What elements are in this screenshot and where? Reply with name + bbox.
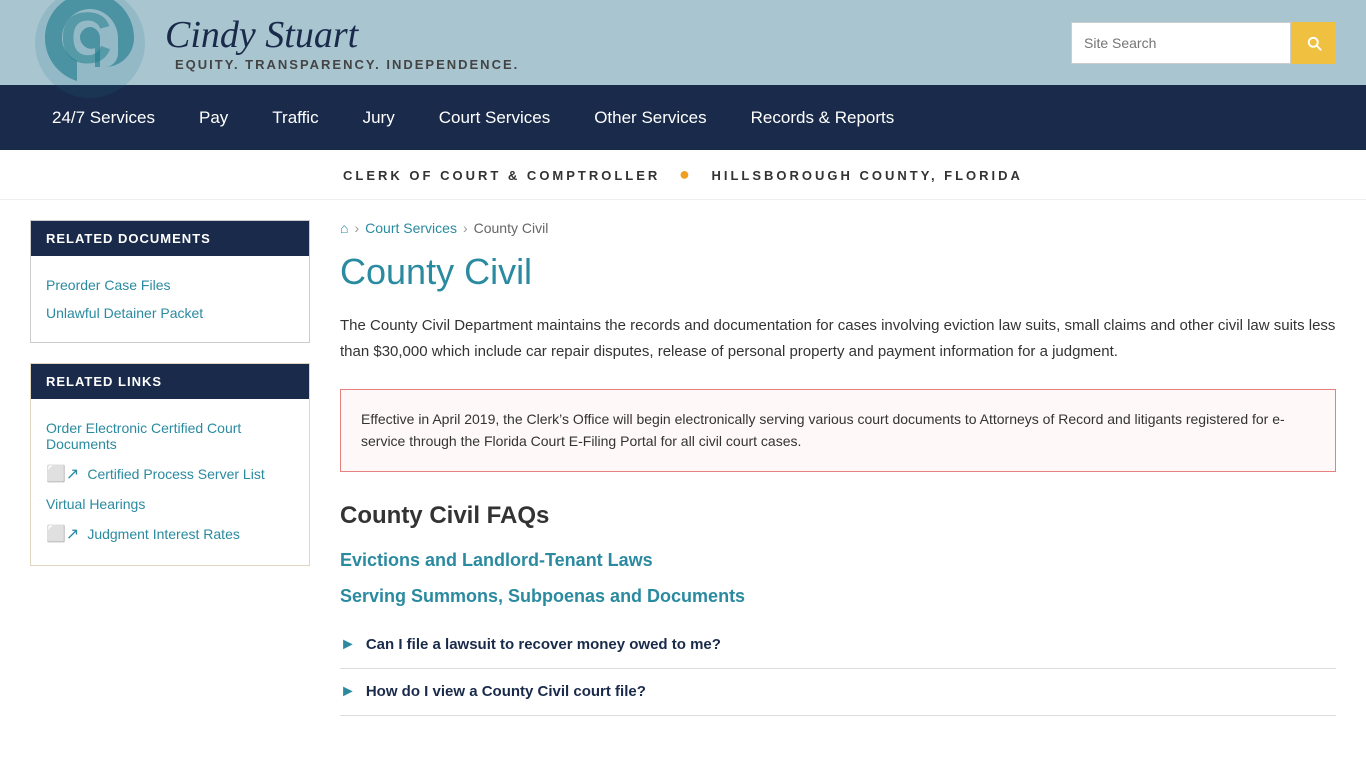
certified-process-link[interactable]: ⬜↗ Certified Process Server List bbox=[46, 458, 294, 490]
virtual-hearings-link[interactable]: Virtual Hearings bbox=[46, 490, 294, 518]
dot-separator: ● bbox=[679, 164, 693, 184]
search-area bbox=[1071, 22, 1336, 64]
search-button[interactable] bbox=[1291, 22, 1336, 64]
logo-area: C Cindy Stuart EQUITY. TRANSPARENCY. IND… bbox=[30, 0, 519, 103]
related-documents-links: Preorder Case Files Unlawful Detainer Pa… bbox=[31, 256, 309, 342]
search-input[interactable] bbox=[1071, 22, 1291, 64]
main-content: ⌂ › Court Services › County Civil County… bbox=[340, 220, 1336, 716]
external-icon-2: ⬜↗ bbox=[46, 524, 79, 544]
search-icon bbox=[1305, 34, 1323, 52]
tagline: EQUITY. TRANSPARENCY. INDEPENDENCE. bbox=[175, 57, 519, 72]
faq-arrow-icon-0: ► bbox=[340, 636, 356, 654]
related-links-box: RELATED LINKS Order Electronic Certified… bbox=[30, 363, 310, 566]
nav-item-records-reports[interactable]: Records & Reports bbox=[729, 85, 917, 150]
breadcrumb: ⌂ › Court Services › County Civil bbox=[340, 220, 1336, 236]
faq-subsection-title-1: Serving Summons, Subpoenas and Documents bbox=[340, 586, 1336, 607]
main-layout: RELATED DOCUMENTS Preorder Case Files Un… bbox=[0, 200, 1366, 736]
county-title: HILLSBOROUGH COUNTY, FLORIDA bbox=[711, 168, 1023, 183]
notice-text: Effective in April 2019, the Clerk’s Off… bbox=[361, 408, 1315, 453]
related-links-links: Order Electronic Certified Court Documen… bbox=[31, 399, 309, 565]
logo-text-group: Cindy Stuart EQUITY. TRANSPARENCY. INDEP… bbox=[165, 13, 519, 72]
logo-name: Cindy Stuart bbox=[165, 13, 519, 57]
nav-item-other-services[interactable]: Other Services bbox=[572, 85, 728, 150]
faq-item-1[interactable]: ► How do I view a County Civil court fil… bbox=[340, 669, 1336, 716]
logo-icon: C bbox=[30, 0, 150, 103]
page-description: The County Civil Department maintains th… bbox=[340, 313, 1336, 364]
header: C Cindy Stuart EQUITY. TRANSPARENCY. IND… bbox=[0, 0, 1366, 85]
sidebar: RELATED DOCUMENTS Preorder Case Files Un… bbox=[30, 220, 310, 716]
clerk-title: CLERK OF COURT & COMPTROLLER bbox=[343, 168, 660, 183]
faq-question-0: Can I file a lawsuit to recover money ow… bbox=[366, 636, 721, 653]
current-page-breadcrumb: County Civil bbox=[474, 220, 549, 236]
order-electronic-link[interactable]: Order Electronic Certified Court Documen… bbox=[46, 414, 294, 458]
svg-text:C: C bbox=[60, 0, 112, 79]
faq-arrow-icon-1: ► bbox=[340, 683, 356, 701]
related-links-title: RELATED LINKS bbox=[31, 364, 309, 399]
preorder-case-files-link[interactable]: Preorder Case Files bbox=[46, 271, 294, 299]
breadcrumb-sep-2: › bbox=[463, 220, 468, 236]
faq-section-title: County Civil FAQs bbox=[340, 502, 1336, 530]
home-icon: ⌂ bbox=[340, 220, 348, 236]
court-services-breadcrumb[interactable]: Court Services bbox=[365, 220, 457, 236]
related-documents-title: RELATED DOCUMENTS bbox=[31, 221, 309, 256]
notice-box: Effective in April 2019, the Clerk’s Off… bbox=[340, 389, 1336, 472]
home-breadcrumb[interactable]: ⌂ bbox=[340, 220, 348, 236]
judgment-interest-link[interactable]: ⬜↗ Judgment Interest Rates bbox=[46, 518, 294, 550]
page-title: County Civil bbox=[340, 251, 1336, 293]
unlawful-detainer-link[interactable]: Unlawful Detainer Packet bbox=[46, 299, 294, 327]
breadcrumb-sep-1: › bbox=[354, 220, 359, 236]
related-documents-box: RELATED DOCUMENTS Preorder Case Files Un… bbox=[30, 220, 310, 343]
faq-subsection-title-0: Evictions and Landlord-Tenant Laws bbox=[340, 550, 1336, 571]
sub-header: CLERK OF COURT & COMPTROLLER ● HILLSBORO… bbox=[0, 150, 1366, 200]
faq-item-0[interactable]: ► Can I file a lawsuit to recover money … bbox=[340, 622, 1336, 669]
faq-question-1: How do I view a County Civil court file? bbox=[366, 683, 646, 700]
external-icon-1: ⬜↗ bbox=[46, 464, 79, 484]
